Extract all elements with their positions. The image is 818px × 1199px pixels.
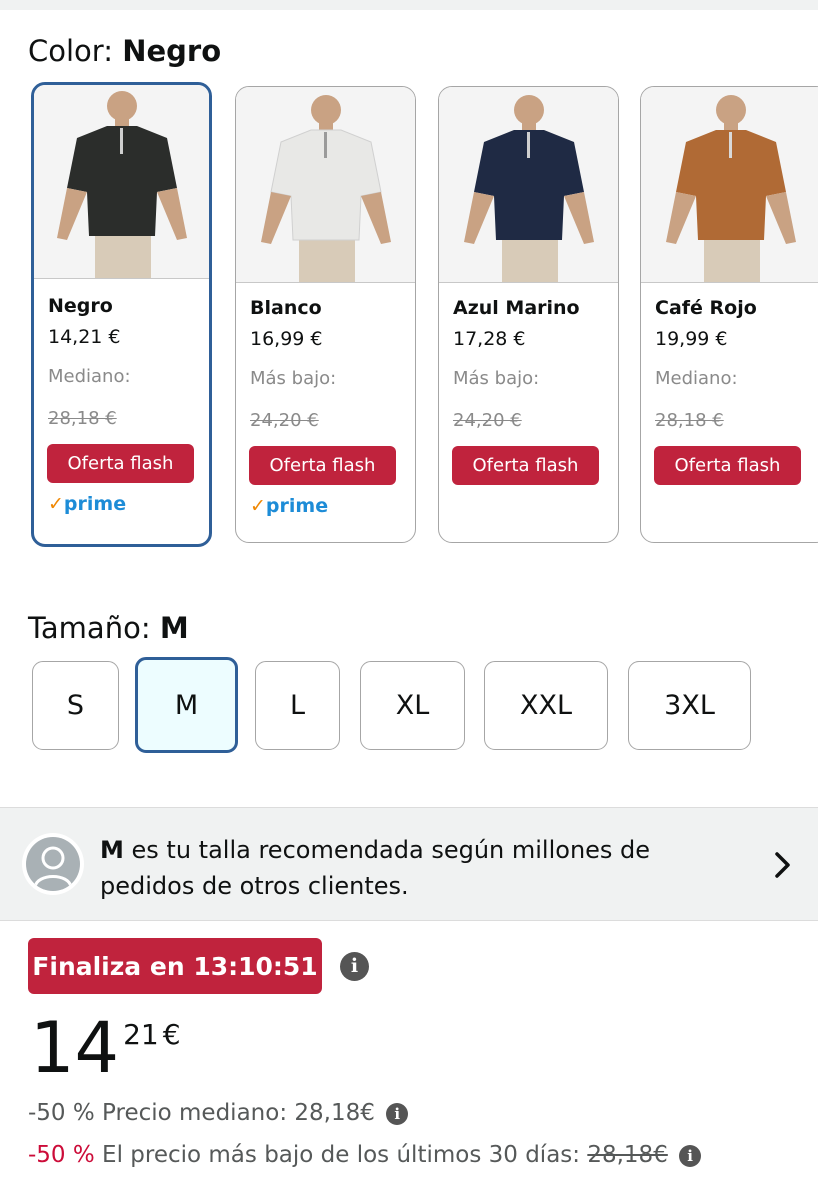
product-price: 14 21 €: [30, 1006, 181, 1090]
swatch-name: Negro: [48, 295, 113, 317]
swatch-price: 17,28 €: [453, 328, 526, 350]
info-icon[interactable]: i: [340, 952, 369, 981]
prime-check-icon: ✓: [250, 495, 266, 517]
product-image-cafe-rojo: [641, 87, 818, 283]
price-whole: 14: [30, 1007, 120, 1089]
size-label: Tamaño:: [28, 611, 151, 645]
prime-check-icon: ✓: [48, 493, 64, 515]
swatch-price: 14,21 €: [48, 326, 121, 348]
flash-deal-badge: Oferta flash: [249, 446, 396, 485]
prime-badge: ✓prime: [250, 495, 329, 517]
median-price-note: -50 % Precio mediano: 28,18€ i: [28, 1100, 409, 1126]
color-selected-value: Negro: [122, 34, 222, 68]
swatch-name: Café Rojo: [655, 297, 757, 319]
color-heading: Color: Negro: [28, 34, 221, 68]
user-avatar-icon: [22, 833, 84, 895]
swatch-reference-label: Mediano:: [655, 368, 738, 389]
size-option-s[interactable]: S: [32, 661, 119, 750]
top-divider: [0, 0, 818, 10]
size-option-m[interactable]: M: [135, 657, 238, 753]
swatch-reference-price: 24,20 €: [453, 410, 522, 431]
swatch-reference-price: 28,18 €: [48, 408, 117, 429]
flash-deal-badge: Oferta flash: [452, 446, 599, 485]
shirt-image: [56, 91, 187, 278]
lowest-discount: -50 %: [28, 1142, 95, 1168]
color-swatch-cafe-rojo[interactable]: Café Rojo 19,99 € Mediano: 28,18 € Ofert…: [640, 86, 818, 543]
median-discount: -50 %: [28, 1100, 95, 1126]
size-option-xxl[interactable]: XXL: [484, 661, 608, 750]
color-swatch-negro[interactable]: Negro 14,21 € Mediano: 28,18 € Oferta fl…: [31, 82, 212, 547]
swatch-price: 16,99 €: [250, 328, 323, 350]
swatch-name: Blanco: [250, 297, 322, 319]
swatch-name: Azul Marino: [453, 297, 580, 319]
shirt-image: [463, 95, 594, 282]
price-currency: €: [162, 1018, 181, 1051]
size-option-l[interactable]: L: [255, 661, 340, 750]
lowest-price-note: -50 % El precio más bajo de los últimos …: [28, 1142, 702, 1168]
lowest-price-strikethrough: 28,18€: [587, 1142, 668, 1168]
size-heading: Tamaño: M: [28, 611, 189, 645]
lowest-price-text: El precio más bajo de los últimos 30 día…: [102, 1142, 581, 1168]
size-selected-value: M: [159, 611, 189, 645]
shirt-image: [666, 95, 796, 282]
median-price-text: Precio mediano: 28,18€: [102, 1100, 375, 1126]
size-recommendation-banner[interactable]: M es tu talla recomendada según millones…: [0, 807, 818, 921]
color-label: Color:: [28, 34, 113, 68]
swatch-reference-label: Más bajo:: [250, 368, 337, 389]
size-option-3xl[interactable]: 3XL: [628, 661, 751, 750]
flash-deal-badge: Oferta flash: [47, 444, 194, 483]
product-image-negro: [34, 85, 209, 279]
flash-deal-badge: Oferta flash: [654, 446, 801, 485]
size-option-xl[interactable]: XL: [360, 661, 465, 750]
chevron-right-icon[interactable]: [770, 848, 796, 882]
swatch-reference-price: 28,18 €: [655, 410, 724, 431]
swatch-reference-label: Mediano:: [48, 366, 131, 387]
swatch-reference-label: Más bajo:: [453, 368, 540, 389]
info-icon[interactable]: i: [386, 1103, 409, 1125]
swatch-price: 19,99 €: [655, 328, 728, 350]
prime-badge: ✓prime: [48, 493, 127, 515]
color-swatch-blanco[interactable]: Blanco 16,99 € Más bajo: 24,20 € Oferta …: [235, 86, 416, 543]
deal-countdown-badge: Finaliza en 13:10:51: [28, 938, 322, 994]
size-recommendation-text: M es tu talla recomendada según millones…: [100, 836, 651, 900]
color-swatch-azul-marino[interactable]: Azul Marino 17,28 € Más bajo: 24,20 € Of…: [438, 86, 619, 543]
swatch-reference-price: 24,20 €: [250, 410, 319, 431]
product-image-azul-marino: [439, 87, 618, 283]
product-image-blanco: [236, 87, 415, 283]
price-fraction: 21: [123, 1018, 159, 1051]
shirt-image: [260, 95, 391, 282]
info-icon[interactable]: i: [679, 1145, 702, 1167]
